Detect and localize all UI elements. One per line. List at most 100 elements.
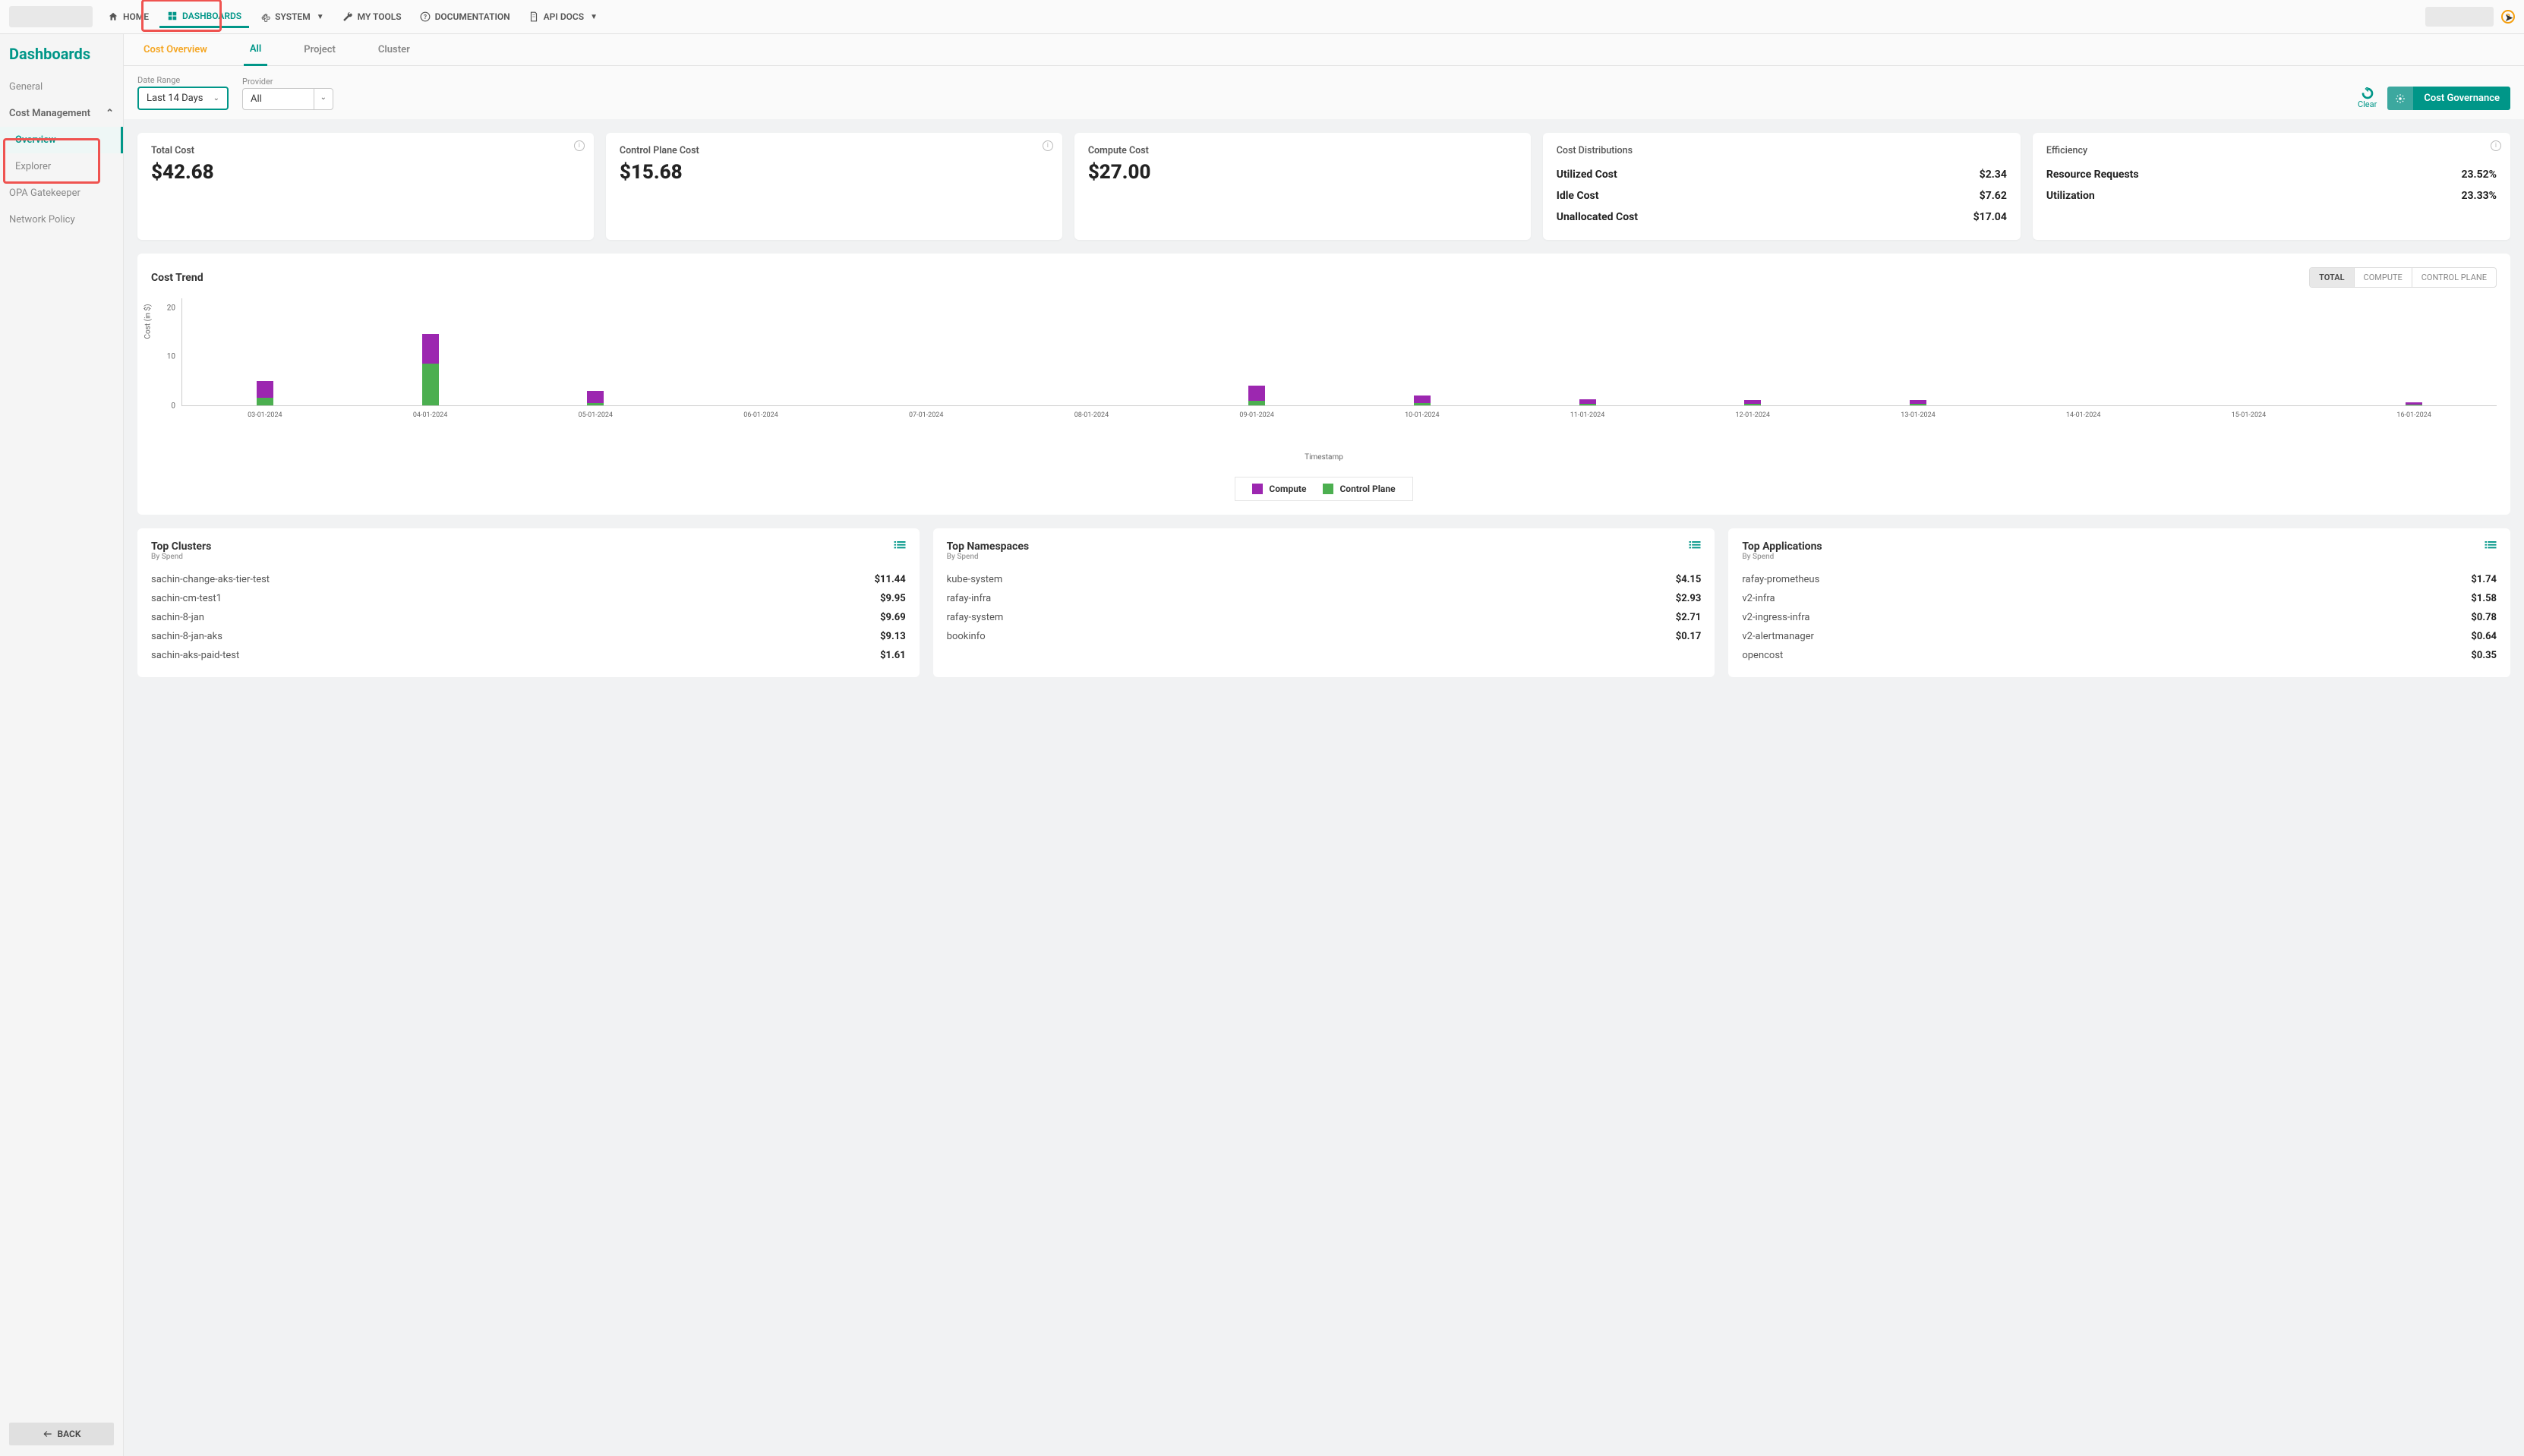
info-icon[interactable]: i [2491, 140, 2501, 151]
sidebar-item-general[interactable]: General [0, 74, 123, 100]
list-item-value: $4.15 [1676, 574, 1702, 585]
kv-utilized: Utilized Cost$2.34 [1557, 164, 2007, 185]
seg-total[interactable]: TOTAL [2310, 268, 2354, 287]
x-tick: 16-01-2024 [2396, 411, 2431, 419]
compute-value: $27.00 [1088, 161, 1517, 184]
bar-control-plane [1248, 401, 1265, 405]
cost-trend-chart: Cost Trend TOTAL COMPUTE CONTROL PLANE C… [137, 254, 2510, 515]
list-icon[interactable] [894, 540, 906, 552]
card-control-plane: i Control Plane Cost $15.68 [606, 133, 1062, 240]
list-item-name: v2-ingress-infra [1742, 612, 1809, 623]
bar-group [422, 334, 439, 405]
sidebar-item-opa[interactable]: OPA Gatekeeper [0, 180, 123, 206]
bar-group [257, 381, 273, 405]
by-spend-label: By Spend [1742, 553, 1822, 561]
list-row[interactable]: v2-ingress-infra$0.78 [1742, 608, 2497, 627]
list-row[interactable]: v2-alertmanager$0.64 [1742, 627, 2497, 646]
date-range-label: Date Range [137, 75, 229, 85]
list-row[interactable]: sachin-aks-paid-test$1.61 [151, 646, 906, 665]
main: Cost Overview All Project Cluster Date R… [124, 34, 2524, 1456]
chart-area: Cost (in $) 01020 03-01-202404-01-202405… [151, 298, 2497, 427]
list-row[interactable]: kube-system$4.15 [947, 570, 1702, 589]
x-tick: 12-01-2024 [1736, 411, 1770, 419]
clear-button[interactable]: Clear [2358, 87, 2377, 109]
info-icon[interactable]: i [574, 140, 585, 151]
list-row[interactable]: sachin-8-jan-aks $9.13 [151, 627, 906, 646]
sidebar: Dashboards General Cost Management ⌃ Ove… [0, 34, 124, 1456]
sidebar-item-network-policy[interactable]: Network Policy [0, 206, 123, 233]
chevron-down-icon: ⌄ [314, 88, 333, 110]
list-item-name: rafay-prometheus [1742, 574, 1819, 585]
y-axis: Cost (in $) 01020 [151, 298, 178, 406]
list-item-name: opencost [1742, 650, 1783, 661]
sidebar-title: Dashboards [0, 45, 123, 74]
seg-compute[interactable]: COMPUTE [2355, 268, 2412, 287]
tab-cost-overview[interactable]: Cost Overview [137, 35, 213, 65]
list-row[interactable]: rafay-prometheus$1.74 [1742, 570, 2497, 589]
x-tick: 15-01-2024 [2232, 411, 2266, 419]
list-row[interactable]: opencost$0.35 [1742, 646, 2497, 665]
bar-control-plane [1579, 404, 1596, 405]
date-range-dropdown[interactable]: Last 14 Days ⌄ [137, 87, 229, 110]
y-tick: 20 [167, 304, 175, 312]
list-item-name: sachin-change-aks-tier-test [151, 574, 270, 585]
nav-items: HOME DASHBOARDS SYSTEM ▼ MY TOOLS ? DOCU… [100, 6, 605, 28]
x-tick: 11-01-2024 [1570, 411, 1604, 419]
tab-all[interactable]: All [244, 34, 267, 66]
bar-group [1744, 400, 1761, 405]
list-icon[interactable] [2485, 540, 2497, 552]
compute-label: Compute Cost [1088, 145, 1517, 156]
chart-segments: TOTAL COMPUTE CONTROL PLANE [2309, 267, 2497, 288]
nav-documentation[interactable]: ? DOCUMENTATION [412, 7, 518, 27]
info-icon[interactable]: i [1043, 140, 1053, 151]
chart-legend: Compute Control Plane [1235, 477, 1412, 501]
document-icon [528, 11, 539, 22]
tab-project[interactable]: Project [298, 35, 342, 65]
efficiency-label: Efficiency [2046, 145, 2497, 156]
tab-cluster[interactable]: Cluster [372, 35, 416, 65]
provider-dropdown[interactable]: All ⌄ [242, 88, 333, 110]
sidebar-item-explorer[interactable]: Explorer [0, 153, 123, 180]
list-item-name: sachin-8-jan-aks [151, 631, 222, 642]
sidebar-item-overview[interactable]: Overview [0, 127, 123, 153]
y-tick: 10 [167, 353, 175, 361]
list-row[interactable]: rafay-system$2.71 [947, 608, 1702, 627]
bar-compute [1414, 396, 1431, 403]
list-row[interactable]: sachin-change-aks-tier-test$11.44 [151, 570, 906, 589]
account-block[interactable] [2425, 7, 2494, 27]
list-row[interactable]: sachin-8-jan$9.69 [151, 608, 906, 627]
list-row[interactable]: sachin-cm-test1$9.95 [151, 589, 906, 608]
top-applications-card: Top Applications By Spend rafay-promethe… [1728, 528, 2510, 677]
bar-compute [257, 381, 273, 399]
top-clusters-card: Top Clusters By Spend sachin-change-aks-… [137, 528, 920, 677]
svg-text:?: ? [424, 13, 427, 20]
chart-title: Cost Trend [151, 272, 203, 284]
kv-unallocated: Unallocated Cost$17.04 [1557, 206, 2007, 228]
back-label: BACK [58, 1429, 81, 1439]
seg-control-plane[interactable]: CONTROL PLANE [2412, 268, 2496, 287]
nav-system[interactable]: SYSTEM ▼ [252, 7, 331, 27]
back-button[interactable]: BACK [9, 1423, 114, 1445]
nav-dashboards[interactable]: DASHBOARDS [159, 6, 249, 28]
by-spend-label: By Spend [151, 553, 211, 561]
list-item-value: $9.13 [880, 631, 906, 642]
x-tick: 03-01-2024 [248, 411, 282, 419]
brand-logo [9, 6, 93, 27]
list-row[interactable]: v2-infra$1.58 [1742, 589, 2497, 608]
control-plane-value: $15.68 [620, 161, 1049, 184]
cost-governance-button[interactable]: Cost Governance [2387, 87, 2510, 110]
clear-label: Clear [2358, 99, 2377, 109]
kv-idle: Idle Cost$7.62 [1557, 185, 2007, 206]
sidebar-cost-label: Cost Management [9, 108, 90, 119]
list-row[interactable]: rafay-infra$2.93 [947, 589, 1702, 608]
nav-my-tools[interactable]: MY TOOLS [335, 7, 409, 27]
list-icon[interactable] [1689, 540, 1701, 552]
sidebar-item-cost-management[interactable]: Cost Management ⌃ [0, 100, 123, 127]
list-row[interactable]: bookinfo$0.17 [947, 627, 1702, 646]
gear-icon [2387, 87, 2413, 110]
nav-documentation-label: DOCUMENTATION [435, 11, 510, 22]
nav-api-docs[interactable]: API DOCS ▼ [521, 7, 605, 27]
nav-home[interactable]: HOME [100, 7, 156, 27]
swatch-compute-icon [1252, 484, 1263, 494]
list-item-value: $9.69 [880, 612, 906, 623]
